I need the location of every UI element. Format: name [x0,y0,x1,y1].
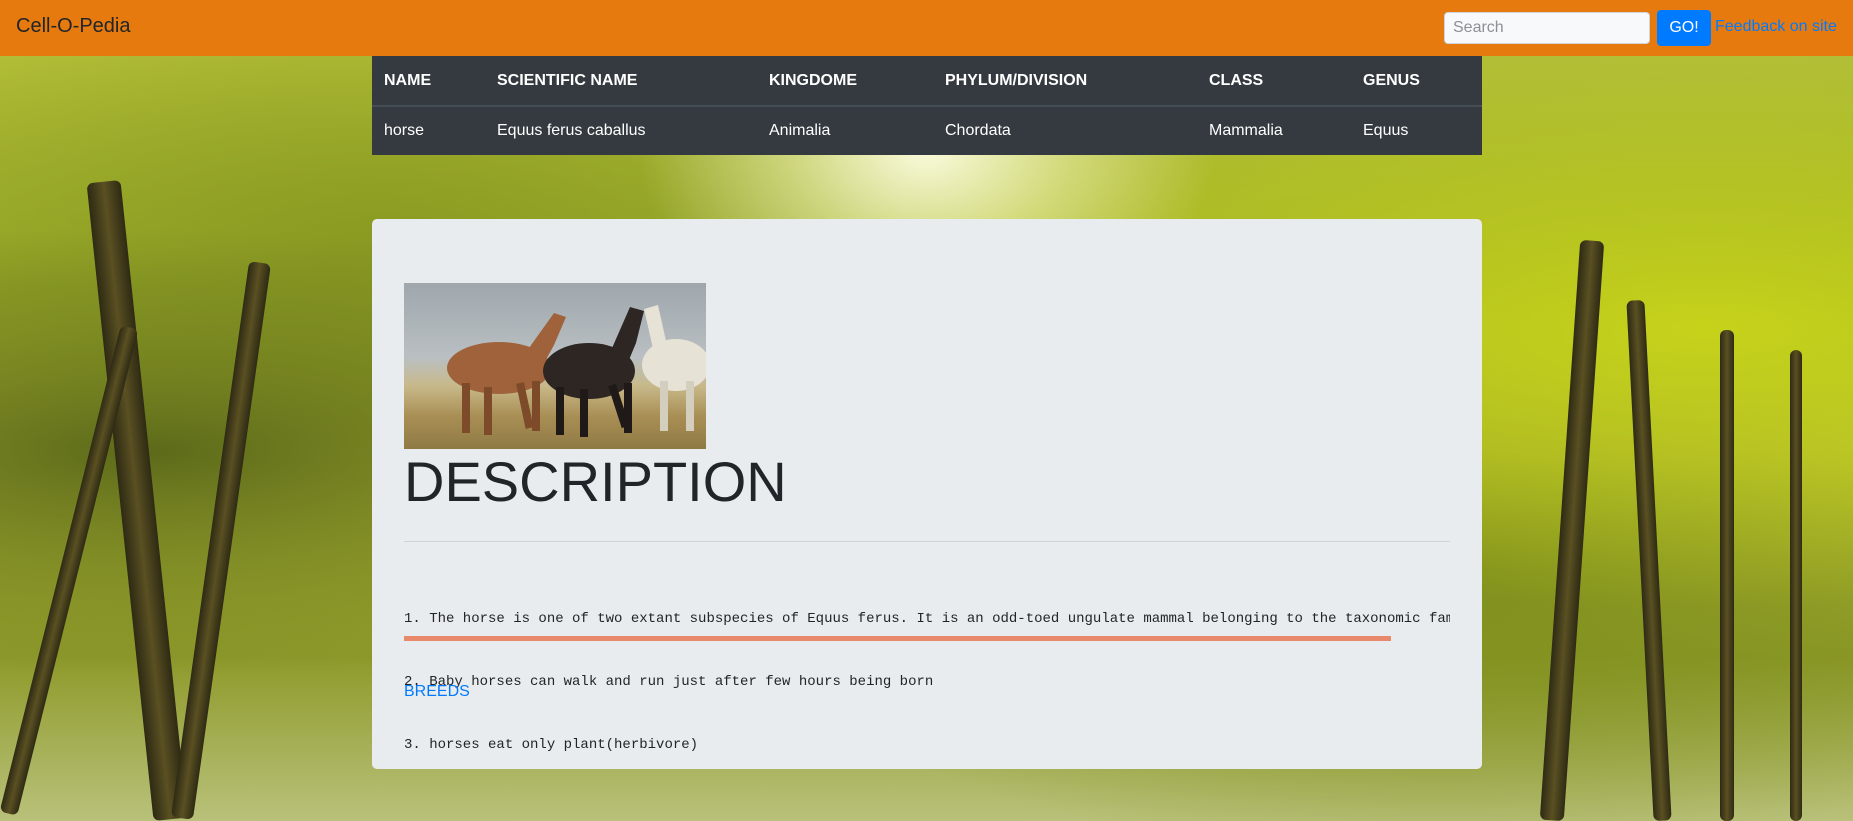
fact-item: 2. Baby horses can walk and run just aft… [404,674,934,690]
horse-illustration [447,305,706,437]
accent-divider [404,636,1391,641]
cell-kingdome: Animalia [769,122,831,139]
cell-name: horse [384,122,425,139]
divider [404,541,1450,542]
cell-genus: Equus [1363,122,1409,139]
cell-scientific-name: Equus ferus caballus [497,122,646,139]
brand-logo[interactable]: Cell-O-Pedia [16,15,130,38]
fact-item: 1. The horse is one of two extant subspe… [404,611,1450,627]
horse-photo [404,283,706,449]
fact-item: 3. horses eat only plant(herbivore) [404,737,699,753]
column-header-genus: GENUS [1351,56,1482,107]
column-header-phylum: PHYLUM/DIVISION [933,56,1197,107]
breeds-link[interactable]: BREEDS [404,683,470,701]
cell-phylum: Chordata [945,122,1011,139]
column-header-class: CLASS [1197,56,1351,107]
column-header-kingdome: KINGDOME [757,56,933,107]
table-header-row: NAME SCIENTIFIC NAME KINGDOME PHYLUM/DIV… [372,56,1482,107]
top-navbar: Cell-O-Pedia GO! Feedback on site [0,0,1853,56]
description-heading: DESCRIPTION [404,450,787,513]
search-input[interactable] [1444,12,1650,44]
table-row: horse Equus ferus caballus Animalia Chor… [372,106,1482,155]
taxonomy-table: NAME SCIENTIFIC NAME KINGDOME PHYLUM/DIV… [372,56,1482,155]
cell-class: Mammalia [1209,122,1283,139]
facts-list: 1. The horse is one of two extant subspe… [404,567,1450,769]
description-panel: DESCRIPTION 1. The horse is one of two e… [372,219,1482,769]
column-header-scientific-name: SCIENTIFIC NAME [485,56,757,107]
feedback-link[interactable]: Feedback on site [1715,18,1837,36]
column-header-name: NAME [372,56,485,107]
go-button[interactable]: GO! [1657,10,1711,46]
